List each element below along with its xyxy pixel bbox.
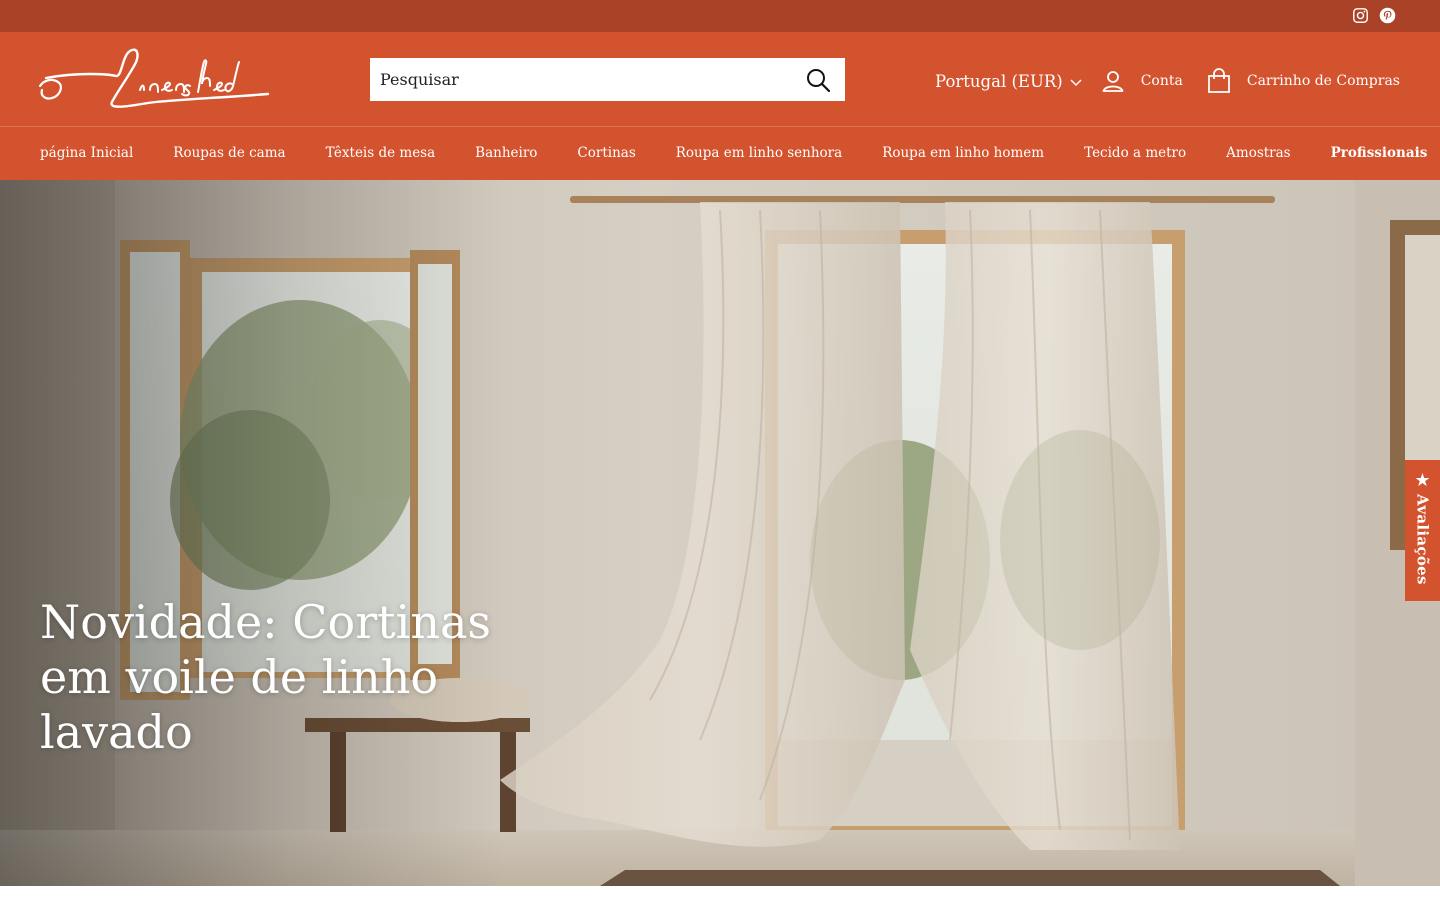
pinterest-icon[interactable] xyxy=(1379,7,1396,24)
nav-item-fabric-by-metre[interactable]: Tecido a metro xyxy=(1084,145,1186,161)
user-icon xyxy=(1101,69,1125,93)
nav-item-samples[interactable]: Amostras xyxy=(1226,145,1290,161)
hero-banner[interactable]: Novidade: Cortinas em voile de linho lav… xyxy=(0,180,1440,886)
nav-item-bed-linen[interactable]: Roupas de cama xyxy=(173,145,285,161)
currency-selector[interactable]: Portugal (EUR) xyxy=(935,72,1083,91)
nav-item-curtains[interactable]: Cortinas xyxy=(577,145,635,161)
cart-link[interactable]: Carrinho de Compras xyxy=(1207,68,1400,94)
shopping-bag-icon xyxy=(1207,68,1231,94)
site-header: Portugal (EUR) Conta Carrinho de Compras xyxy=(0,32,1440,127)
account-link[interactable]: Conta xyxy=(1101,69,1183,93)
cart-label: Carrinho de Compras xyxy=(1246,73,1400,89)
header-actions: Portugal (EUR) Conta Carrinho de Compras xyxy=(935,64,1400,98)
instagram-icon[interactable] xyxy=(1352,7,1369,24)
star-icon: ★ xyxy=(1414,470,1431,491)
nav-item-professionals[interactable]: Profissionais xyxy=(1331,145,1428,161)
main-navigation: página Inicial Roupas de cama Têxteis de… xyxy=(0,127,1440,180)
hero-title: Novidade: Cortinas em voile de linho lav… xyxy=(40,595,492,759)
reviews-tab[interactable]: ★ Avaliações xyxy=(1405,460,1440,601)
nav-item-mens-linen[interactable]: Roupa em linho homem xyxy=(882,145,1044,161)
currency-label: Portugal (EUR) xyxy=(935,71,1063,91)
hero-image xyxy=(0,180,1440,886)
nav-item-table-linen[interactable]: Têxteis de mesa xyxy=(326,145,436,161)
announcement-bar xyxy=(0,0,1440,32)
search-icon[interactable] xyxy=(805,67,831,93)
search-box xyxy=(370,58,845,101)
nav-item-womens-linen[interactable]: Roupa em linho senhora xyxy=(676,145,842,161)
account-label: Conta xyxy=(1140,73,1183,89)
search-input[interactable] xyxy=(370,58,790,101)
site-logo[interactable] xyxy=(38,46,273,112)
reviews-tab-label: Avaliações xyxy=(1413,494,1432,585)
nav-item-bathroom[interactable]: Banheiro xyxy=(475,145,537,161)
nav-item-home[interactable]: página Inicial xyxy=(40,145,133,161)
social-links xyxy=(1352,7,1396,24)
chevron-down-icon xyxy=(1069,74,1083,88)
